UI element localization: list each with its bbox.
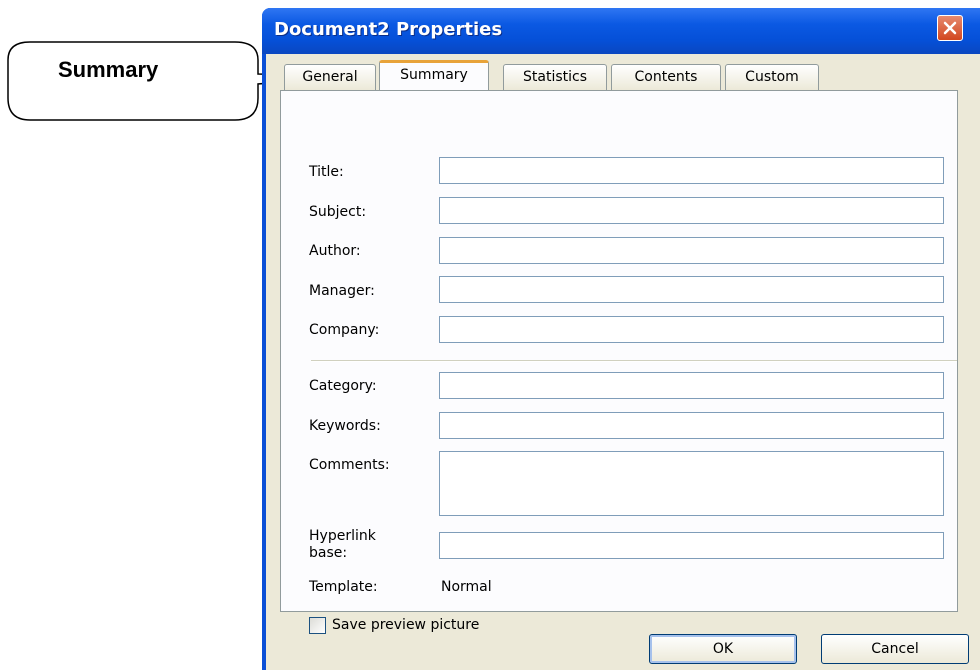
tab-custom[interactable]: Custom xyxy=(725,64,819,90)
comments-label: Comments: xyxy=(309,457,390,473)
keywords-input[interactable] xyxy=(439,412,944,439)
section-divider xyxy=(311,360,957,362)
hyperlink-base-label-line2: base: xyxy=(309,545,348,561)
tab-custom-label: Custom xyxy=(745,69,799,85)
window-title: Document2 Properties xyxy=(274,19,503,40)
save-preview-checkbox[interactable] xyxy=(309,617,326,634)
close-icon xyxy=(943,21,957,35)
author-label: Author: xyxy=(309,243,361,259)
tab-general-label: General xyxy=(302,69,358,85)
comments-textarea[interactable] xyxy=(439,451,944,516)
subject-input[interactable] xyxy=(439,197,944,224)
cancel-button[interactable]: Cancel xyxy=(821,634,969,664)
hyperlink-base-label-line1: Hyperlink xyxy=(309,528,376,544)
ok-button[interactable]: OK xyxy=(649,634,797,664)
hyperlink-base-label: Hyperlink base: xyxy=(309,528,376,562)
company-label: Company: xyxy=(309,322,380,338)
tab-contents[interactable]: Contents xyxy=(611,64,721,90)
author-input[interactable] xyxy=(439,237,944,264)
tab-statistics[interactable]: Statistics xyxy=(503,64,607,90)
template-label: Template: xyxy=(309,579,378,595)
title-bar[interactable]: Document2 Properties xyxy=(262,8,980,54)
properties-dialog: Document2 Properties General Summary Sta… xyxy=(262,8,980,670)
cancel-button-label: Cancel xyxy=(871,641,919,657)
title-input[interactable] xyxy=(439,157,944,184)
tab-summary[interactable]: Summary xyxy=(379,60,489,90)
template-value: Normal xyxy=(441,579,492,595)
callout-label: Summary xyxy=(58,57,159,82)
title-label: Title: xyxy=(309,164,344,180)
close-button[interactable] xyxy=(937,15,963,41)
tab-contents-label: Contents xyxy=(634,69,698,85)
tab-statistics-label: Statistics xyxy=(523,69,587,85)
category-input[interactable] xyxy=(439,372,944,399)
manager-input[interactable] xyxy=(439,276,944,303)
company-input[interactable] xyxy=(439,316,944,343)
category-label: Category: xyxy=(309,378,377,394)
ok-button-label: OK xyxy=(712,641,734,657)
hyperlink-base-input[interactable] xyxy=(439,532,944,559)
subject-label: Subject: xyxy=(309,204,367,220)
dialog-body: General Summary Statistics Contents Cust… xyxy=(266,54,980,670)
tab-summary-label: Summary xyxy=(400,67,468,83)
tab-general[interactable]: General xyxy=(284,64,376,90)
manager-label: Manager: xyxy=(309,283,375,299)
keywords-label: Keywords: xyxy=(309,418,381,434)
summary-panel: Title: Subject: Author: Manager: Company… xyxy=(280,90,958,634)
save-preview-label[interactable]: Save preview picture xyxy=(332,617,479,634)
